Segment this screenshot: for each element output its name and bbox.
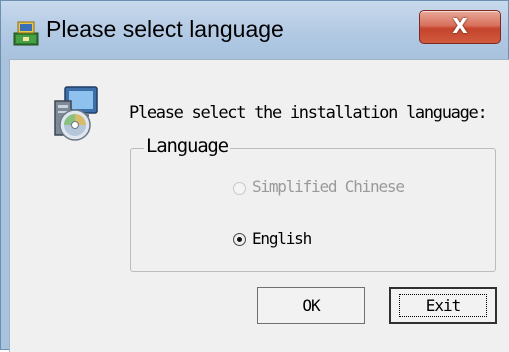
radio-english[interactable] [233,233,246,246]
language-groupbox [130,148,496,272]
window-title: Please select language [46,16,284,42]
ok-button-label: OK [302,296,320,315]
exit-button[interactable]: Exit [389,287,497,324]
close-icon: X [452,14,468,38]
title-bar[interactable]: Please select language X [1,1,509,59]
radio-selected-dot [237,237,242,242]
close-button[interactable]: X [419,10,501,44]
installer-app-icon [13,21,39,46]
option-simplified-chinese-label: Simplified Chinese [252,177,405,196]
dialog-window: Please select language X Please select t… [0,0,509,352]
setup-computer-disc-icon [54,86,98,141]
ok-button[interactable]: OK [257,287,365,324]
radio-simplified-chinese[interactable] [233,182,246,195]
exit-button-label: Exit [425,296,462,315]
option-english-label: English [252,229,312,248]
language-group-label: Language [144,135,230,157]
install-language-prompt: Please select the installation language: [129,103,488,123]
